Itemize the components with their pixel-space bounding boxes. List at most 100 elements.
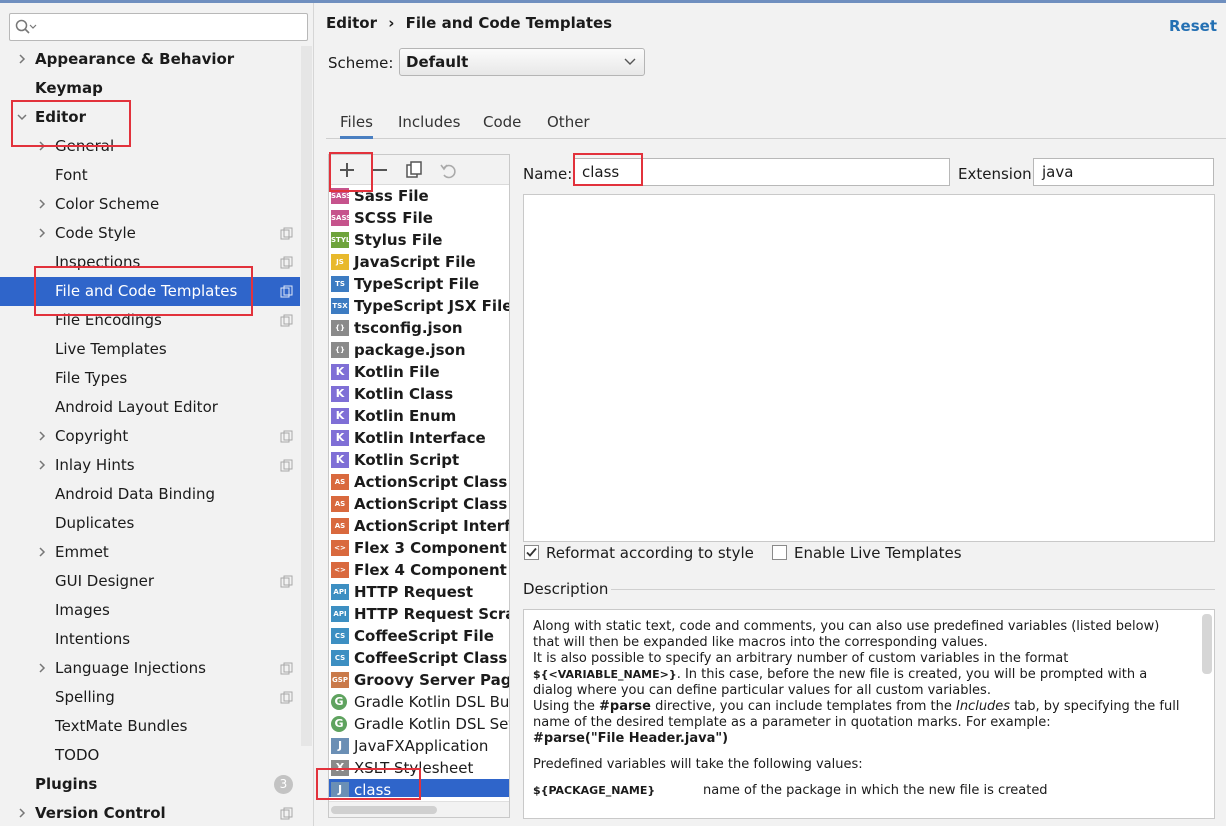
- template-item[interactable]: GSP Groovy Server Page: [329, 669, 509, 691]
- tab-includes[interactable]: Includes: [398, 113, 460, 139]
- sidebar-item-intentions[interactable]: Intentions: [0, 625, 300, 654]
- template-item[interactable]: JS JavaScript File: [329, 251, 509, 273]
- template-item[interactable]: K Kotlin Script: [329, 449, 509, 471]
- search-input[interactable]: [9, 13, 308, 41]
- undo-icon[interactable]: [438, 160, 458, 180]
- template-item[interactable]: {} package.json: [329, 339, 509, 361]
- template-item[interactable]: K Kotlin Enum: [329, 405, 509, 427]
- chevron-right-icon[interactable]: [37, 199, 47, 209]
- template-item[interactable]: {} tsconfig.json: [329, 317, 509, 339]
- count-badge: 3: [274, 775, 293, 794]
- template-item[interactable]: Jclass: [329, 779, 509, 797]
- file-type-icon: K: [331, 386, 349, 402]
- checkbox-box[interactable]: [772, 545, 787, 560]
- template-editor[interactable]: [523, 194, 1215, 542]
- template-item[interactable]: X XSLT Stylesheet: [329, 757, 509, 779]
- sidebar-item-spelling[interactable]: Spelling: [0, 683, 300, 712]
- reset-link[interactable]: Reset: [1169, 17, 1217, 35]
- template-item[interactable]: J JavaFXApplication: [329, 735, 509, 757]
- minus-icon[interactable]: [370, 160, 390, 180]
- template-item[interactable]: SASS Sass File: [329, 185, 509, 207]
- chevron-right-icon[interactable]: [37, 141, 47, 151]
- sidebar-item-editor[interactable]: Editor: [0, 103, 300, 132]
- sidebar-item-android-layout-editor[interactable]: Android Layout Editor: [0, 393, 300, 422]
- template-item[interactable]: K Kotlin Class: [329, 383, 509, 405]
- template-item[interactable]: AS ActionScript Class: [329, 471, 509, 493]
- sidebar-item-file-types[interactable]: File Types: [0, 364, 300, 393]
- scrollbar-thumb[interactable]: [331, 806, 437, 814]
- variable-row: ${PACKAGE_NAME} name of the package in w…: [533, 783, 1183, 799]
- sidebar-item-label: Images: [55, 601, 110, 619]
- extension-field[interactable]: java: [1033, 158, 1214, 186]
- chevron-down-icon[interactable]: [17, 112, 27, 122]
- template-item[interactable]: <> Flex 4 Component: [329, 559, 509, 581]
- sidebar-item-label: Appearance & Behavior: [35, 50, 235, 68]
- project-scope-icon: [280, 575, 293, 588]
- template-list-scrollbar[interactable]: [329, 801, 509, 817]
- template-item[interactable]: STYL Stylus File: [329, 229, 509, 251]
- template-item[interactable]: G Gradle Kotlin DSL Settin: [329, 713, 509, 735]
- sidebar-item-font[interactable]: Font: [0, 161, 300, 190]
- file-type-icon: JS: [331, 254, 349, 270]
- copy-icon[interactable]: [404, 160, 424, 180]
- template-item[interactable]: CS CoffeeScript Class: [329, 647, 509, 669]
- template-list: SASS Sass File SASS SCSS File STYL Stylus Fil…: [329, 185, 509, 797]
- sidebar-item-file-and-code-templates[interactable]: File and Code Templates: [0, 277, 300, 306]
- file-type-icon: STYL: [331, 232, 350, 248]
- tab-files[interactable]: Files: [340, 113, 373, 139]
- sidebar-item-images[interactable]: Images: [0, 596, 300, 625]
- file-type-icon: G: [331, 716, 347, 732]
- sidebar-item-label: File Types: [55, 369, 128, 387]
- sidebar-item-appearance-behavior[interactable]: Appearance & Behavior: [0, 45, 300, 74]
- sidebar-item-color-scheme[interactable]: Color Scheme: [0, 190, 300, 219]
- plus-icon[interactable]: [337, 160, 357, 180]
- sidebar-item-file-encodings[interactable]: File Encodings: [0, 306, 300, 335]
- template-item[interactable]: <> Flex 3 Component: [329, 537, 509, 559]
- sidebar-item-android-data-binding[interactable]: Android Data Binding: [0, 480, 300, 509]
- sidebar-item-code-style[interactable]: Code Style: [0, 219, 300, 248]
- chevron-right-icon[interactable]: [17, 54, 27, 64]
- chevron-right-icon[interactable]: [37, 663, 47, 673]
- sidebar-scrollbar[interactable]: [301, 46, 312, 746]
- sidebar-item-copyright[interactable]: Copyright: [0, 422, 300, 451]
- file-type-icon: G: [331, 694, 347, 710]
- sidebar-item-version-control[interactable]: Version Control: [0, 799, 300, 826]
- chevron-right-icon[interactable]: [37, 547, 47, 557]
- sidebar-item-todo[interactable]: TODO: [0, 741, 300, 770]
- sidebar-item-textmate-bundles[interactable]: TextMate Bundles: [0, 712, 300, 741]
- template-item[interactable]: SASS SCSS File: [329, 207, 509, 229]
- template-item[interactable]: API HTTP Request Scratch: [329, 603, 509, 625]
- template-item[interactable]: API HTTP Request: [329, 581, 509, 603]
- template-name: ActionScript Class with: [354, 495, 509, 513]
- template-item[interactable]: K Kotlin Interface: [329, 427, 509, 449]
- tab-other[interactable]: Other: [547, 113, 590, 139]
- template-item[interactable]: G Gradle Kotlin DSL Build: [329, 691, 509, 713]
- sidebar-item-inlay-hints[interactable]: Inlay Hints: [0, 451, 300, 480]
- name-field[interactable]: class: [573, 158, 950, 186]
- template-name: class: [354, 781, 392, 797]
- template-item[interactable]: TSX TypeScript JSX File: [329, 295, 509, 317]
- chevron-right-icon[interactable]: [37, 431, 47, 441]
- checkbox-box[interactable]: [524, 545, 539, 560]
- chevron-right-icon[interactable]: [17, 808, 27, 818]
- tab-code[interactable]: Code: [483, 113, 521, 139]
- sidebar-item-gui-designer[interactable]: GUI Designer: [0, 567, 300, 596]
- template-item[interactable]: AS ActionScript Class with: [329, 493, 509, 515]
- template-item[interactable]: TS TypeScript File: [329, 273, 509, 295]
- sidebar-item-duplicates[interactable]: Duplicates: [0, 509, 300, 538]
- sidebar-item-emmet[interactable]: Emmet: [0, 538, 300, 567]
- sidebar-item-plugins[interactable]: Plugins 3: [0, 770, 300, 799]
- sidebar-item-inspections[interactable]: Inspections: [0, 248, 300, 277]
- description-scrollbar[interactable]: [1202, 614, 1212, 674]
- template-item[interactable]: CS CoffeeScript File: [329, 625, 509, 647]
- template-item[interactable]: AS ActionScript Interface: [329, 515, 509, 537]
- sidebar-item-general[interactable]: General: [0, 132, 300, 161]
- template-item[interactable]: K Kotlin File: [329, 361, 509, 383]
- sidebar-item-live-templates[interactable]: Live Templates: [0, 335, 300, 364]
- scheme-dropdown[interactable]: Default: [399, 48, 645, 76]
- chevron-right-icon[interactable]: [37, 228, 47, 238]
- sidebar-item-language-injections[interactable]: Language Injections: [0, 654, 300, 683]
- chevron-right-icon[interactable]: [37, 460, 47, 470]
- breadcrumb-editor[interactable]: Editor: [326, 14, 377, 32]
- sidebar-item-keymap[interactable]: Keymap: [0, 74, 300, 103]
